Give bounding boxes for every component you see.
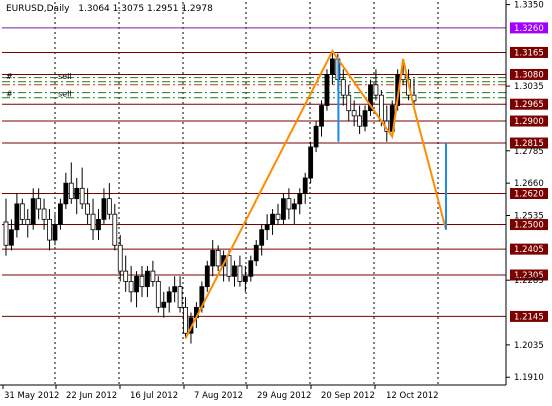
candle-body (324, 74, 330, 106)
level-label: 1.2620 (514, 190, 544, 200)
candle-body (357, 115, 363, 127)
time-tick-label: 22 Jun 2012 (66, 391, 117, 401)
candle-body (90, 213, 96, 231)
time-tick-label: 7 Aug 2012 (194, 391, 243, 401)
candle-body (177, 286, 183, 308)
level-label: 1.3260 (514, 24, 544, 34)
candle-body (74, 187, 80, 200)
order-label: sell (58, 72, 72, 81)
price-tick-label: 1.3350 (514, 1, 544, 11)
candle-body (139, 275, 145, 288)
level-label: 1.2500 (514, 221, 544, 231)
candle-body (96, 218, 101, 231)
chart-title: EURUSD,Daily 1.3064 1.3075 1.2951 1.2978 (6, 4, 213, 14)
candle-body (172, 286, 178, 293)
candle-body (36, 198, 42, 210)
level-label: 1.2965 (514, 100, 544, 110)
ohlc-readout: 1.3064 1.3075 1.2951 1.2978 (78, 4, 213, 14)
candle-body (52, 224, 58, 241)
candle-body (3, 221, 9, 246)
time-tick-label: 12 Oct 2012 (386, 391, 439, 401)
price-tick-label: 1.2785 (514, 147, 544, 157)
candle-body (30, 198, 36, 225)
candle-body (106, 198, 112, 215)
level-label: 1.2405 (514, 245, 544, 255)
candle-body (346, 94, 352, 112)
candle-body (286, 198, 292, 210)
candle-body (297, 193, 303, 205)
candle-body (308, 146, 314, 179)
price-tick-label: 1.1910 (514, 373, 544, 383)
level-label: 1.2900 (514, 117, 544, 127)
candle-body (313, 125, 319, 148)
candle-body (63, 182, 69, 205)
candle-body (58, 203, 63, 225)
candle-body (128, 281, 134, 293)
price-tick-label: 1.2660 (514, 179, 544, 189)
candle-body (123, 270, 129, 282)
candle-body (242, 275, 248, 282)
time-tick-label: 29 Aug 2012 (257, 391, 311, 401)
level-label: 1.2145 (514, 312, 544, 322)
candle-body (134, 275, 139, 293)
candle-body (14, 203, 20, 231)
level-label: 1.3080 (514, 70, 544, 80)
order-label: sell (58, 90, 72, 99)
price-chart[interactable]: 1.32601.31651.30801.29651.29001.28151.26… (0, 0, 552, 406)
symbol-label: EURUSD,Daily (6, 4, 70, 14)
candle-body (340, 79, 346, 96)
candle-body (232, 265, 237, 277)
candle-body (145, 270, 150, 288)
candle-body (319, 105, 324, 127)
candle-body (79, 187, 85, 205)
candle-body (237, 265, 243, 282)
candle-body (112, 213, 118, 246)
price-tick-label: 1.2035 (514, 341, 544, 351)
candle-body (215, 250, 221, 267)
candle-body (68, 182, 74, 200)
time-tick-label: 16 Jul 2012 (130, 391, 178, 401)
time-tick-label: 20 Sep 2012 (321, 391, 375, 401)
candle-body (378, 94, 384, 122)
chart-window[interactable]: 1.3260 1.3165 1.3080 1.2965 1.2900 1.2815 1.26… (0, 0, 552, 406)
candle-body (362, 110, 368, 127)
order-marker: # (6, 72, 13, 81)
candle-body (204, 265, 210, 288)
candle-body (373, 84, 379, 96)
candle-body (275, 213, 281, 220)
candle-body (19, 203, 25, 220)
price-tick-label: 1.2285 (514, 276, 544, 286)
candle-body (329, 58, 335, 75)
candle-body (161, 301, 167, 308)
candle-body (101, 198, 107, 220)
candle-body (291, 203, 297, 210)
order-marker: # (6, 90, 13, 99)
candle-body (259, 229, 265, 246)
candle-body (264, 224, 270, 231)
time-tick-label: 31 May 2012 (4, 391, 59, 401)
candle-body (150, 270, 156, 282)
price-tick-label: 1.2535 (514, 211, 544, 221)
candle-body (166, 291, 172, 303)
candle-body (9, 229, 14, 246)
candle-body (270, 213, 275, 225)
candle-body (155, 281, 161, 308)
candle-body (183, 306, 188, 334)
candle-body (253, 244, 259, 262)
candle-body (47, 218, 52, 241)
candle-body (302, 177, 308, 194)
candle-body (351, 110, 357, 117)
price-tick-label: 1.3035 (514, 82, 544, 92)
level-label: 1.3165 (514, 48, 544, 58)
candle-body (281, 198, 286, 220)
candle-body (226, 255, 232, 277)
candle-body (85, 203, 90, 215)
candle-body (248, 260, 254, 277)
candle-body (41, 208, 47, 220)
candle-body (210, 250, 216, 267)
candle-body (117, 244, 123, 272)
candle-body (25, 218, 31, 225)
